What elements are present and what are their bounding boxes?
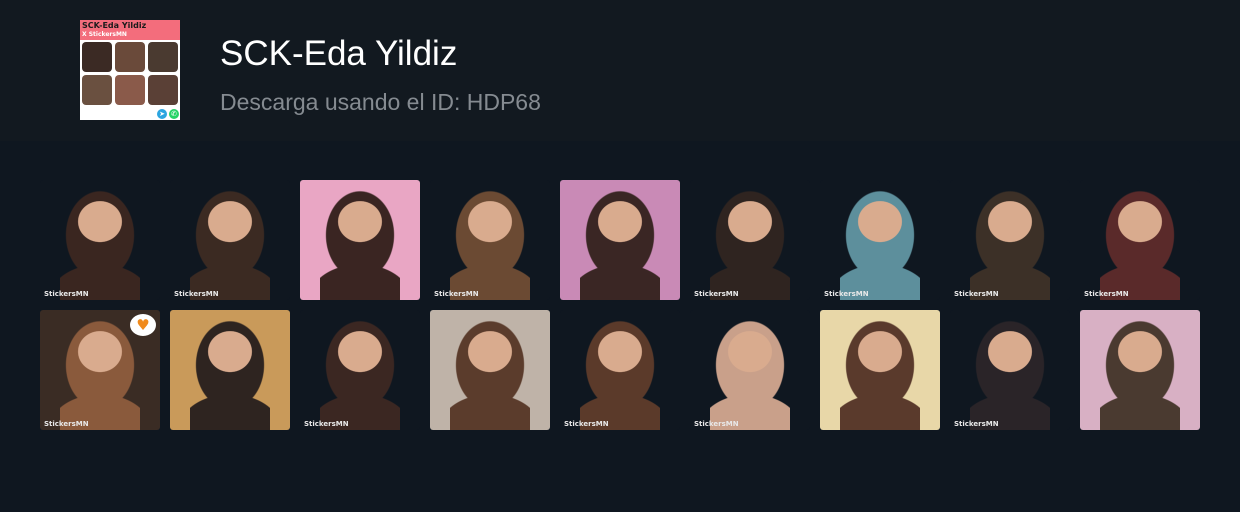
sticker-image bbox=[1100, 318, 1180, 430]
heart-speech-bubble-icon: ♥ bbox=[130, 314, 156, 336]
sticker-item[interactable]: StickersMN ♥ bbox=[40, 310, 160, 430]
thumbnail-sticker-2 bbox=[115, 42, 145, 72]
sticker-watermark: StickersMN bbox=[1084, 290, 1129, 298]
sticker-image bbox=[970, 318, 1050, 430]
sticker-watermark: StickersMN bbox=[954, 420, 999, 428]
sticker-item[interactable]: StickersMN bbox=[300, 310, 420, 430]
sticker-watermark: StickersMN bbox=[434, 290, 479, 298]
sticker-watermark: StickersMN bbox=[564, 420, 609, 428]
sticker-image bbox=[580, 318, 660, 430]
sticker-watermark: StickersMN bbox=[694, 420, 739, 428]
pack-thumbnail-title: SCK-Eda Yildiz bbox=[82, 21, 147, 30]
thumbnail-sticker-4 bbox=[82, 75, 112, 105]
whatsapp-icon: ✆ bbox=[169, 109, 179, 119]
telegram-icon: ➤ bbox=[157, 109, 167, 119]
sticker-item[interactable] bbox=[430, 310, 550, 430]
sticker-item[interactable] bbox=[820, 310, 940, 430]
thumbnail-sticker-6 bbox=[148, 75, 178, 105]
sticker-image bbox=[320, 318, 400, 430]
sticker-item[interactable] bbox=[170, 310, 290, 430]
sticker-watermark: StickersMN bbox=[954, 290, 999, 298]
sticker-watermark: StickersMN bbox=[44, 420, 89, 428]
sticker-item[interactable]: StickersMN bbox=[560, 310, 680, 430]
sticker-item[interactable]: StickersMN bbox=[950, 310, 1070, 430]
sticker-image bbox=[190, 188, 270, 300]
pack-title: SCK-Eda Yildiz bbox=[220, 34, 458, 73]
sticker-item[interactable]: StickersMN bbox=[950, 180, 1070, 300]
sticker-image bbox=[60, 188, 140, 300]
sticker-image bbox=[60, 318, 140, 430]
thumbnail-sticker-5 bbox=[115, 75, 145, 105]
sticker-grid: StickersMN StickersMN StickersMN StickersMN… bbox=[40, 180, 1200, 430]
sticker-image bbox=[840, 188, 920, 300]
sticker-image bbox=[710, 318, 790, 430]
pack-thumbnail-subtitle: X StickersMN bbox=[82, 31, 127, 38]
sticker-watermark: StickersMN bbox=[304, 420, 349, 428]
sticker-item[interactable]: StickersMN bbox=[170, 180, 290, 300]
sticker-item[interactable]: StickersMN bbox=[1080, 180, 1200, 300]
sticker-image bbox=[970, 188, 1050, 300]
sticker-image bbox=[450, 318, 530, 430]
sticker-item[interactable] bbox=[300, 180, 420, 300]
sticker-image bbox=[320, 188, 400, 300]
thumbnail-sticker-1 bbox=[82, 42, 112, 72]
sticker-item[interactable] bbox=[560, 180, 680, 300]
sticker-watermark: StickersMN bbox=[44, 290, 89, 298]
sticker-item[interactable] bbox=[1080, 310, 1200, 430]
sticker-image bbox=[1100, 188, 1180, 300]
sticker-image bbox=[710, 188, 790, 300]
sticker-watermark: StickersMN bbox=[824, 290, 869, 298]
sticker-watermark: StickersMN bbox=[174, 290, 219, 298]
sticker-image bbox=[580, 188, 660, 300]
sticker-image bbox=[450, 188, 530, 300]
sticker-item[interactable]: StickersMN bbox=[690, 180, 810, 300]
pack-header: SCK-Eda Yildiz X StickersMN ➤ ✆ SCK-Eda … bbox=[0, 0, 1240, 141]
sticker-image bbox=[190, 318, 270, 430]
pack-download-id: Descarga usando el ID: HDP68 bbox=[220, 89, 541, 115]
pack-thumbnail: SCK-Eda Yildiz X StickersMN ➤ ✆ bbox=[80, 20, 180, 120]
sticker-item[interactable]: StickersMN bbox=[40, 180, 160, 300]
sticker-image bbox=[840, 318, 920, 430]
sticker-item[interactable]: StickersMN bbox=[690, 310, 810, 430]
sticker-watermark: StickersMN bbox=[694, 290, 739, 298]
thumbnail-sticker-3 bbox=[148, 42, 178, 72]
sticker-item[interactable]: StickersMN bbox=[430, 180, 550, 300]
sticker-item[interactable]: StickersMN bbox=[820, 180, 940, 300]
